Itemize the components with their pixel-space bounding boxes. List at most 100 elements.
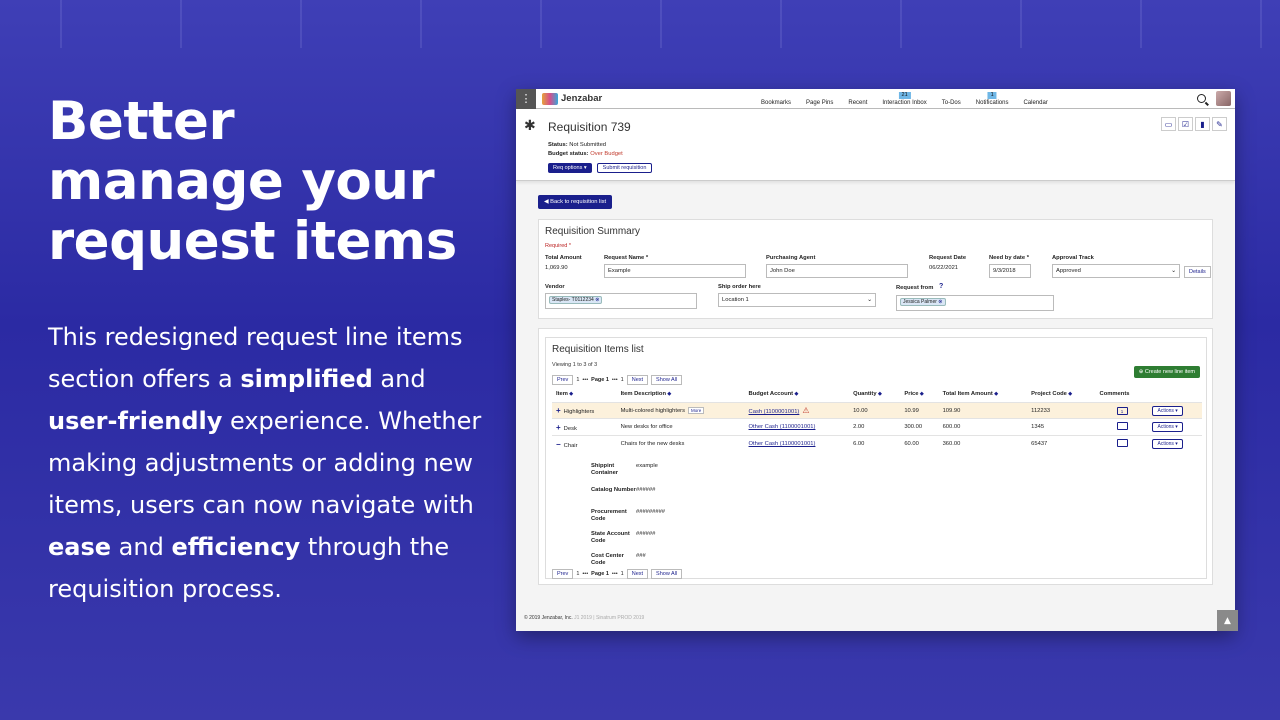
column-header[interactable]: Price ◆ xyxy=(900,388,938,403)
vendor-field[interactable]: Staples- T0112234 ⊗ xyxy=(545,293,697,309)
item-name: Highlighters xyxy=(563,409,595,415)
copyright: © 2019 Jenzabar, Inc. xyxy=(524,615,573,621)
collapse-icon[interactable]: − xyxy=(556,440,561,449)
column-header-label: Comments xyxy=(1099,391,1130,397)
column-header[interactable]: Item ◆ xyxy=(552,388,617,403)
comments-cell xyxy=(1095,435,1149,452)
emphasis-text: simplified xyxy=(240,365,373,393)
column-header[interactable]: Item Description ◆ xyxy=(617,388,745,403)
last-page-link[interactable]: 1 xyxy=(621,377,624,383)
nav-label: Page Pins xyxy=(806,100,834,106)
last-page-link[interactable]: 1 xyxy=(621,571,624,577)
status-label: Status: xyxy=(548,142,568,148)
purchasing-agent-field[interactable]: John Doe xyxy=(766,264,908,278)
remove-vendor-icon[interactable]: ⊗ xyxy=(595,297,599,303)
expand-icon[interactable]: + xyxy=(556,406,561,415)
avatar[interactable] xyxy=(1216,91,1231,106)
comment-icon[interactable]: 1 xyxy=(1116,406,1128,415)
comments-cell xyxy=(1095,418,1149,436)
sort-icon[interactable]: ◆ xyxy=(877,391,882,397)
item-cell: − Chair xyxy=(552,435,617,452)
nav-item-notifications[interactable]: Notifications 1 xyxy=(976,92,1008,109)
brand-logo[interactable]: Jenzabar xyxy=(542,92,602,105)
column-header[interactable]: Quantity ◆ xyxy=(849,388,900,403)
prev-button[interactable]: Prev xyxy=(552,375,574,385)
request-from-field[interactable]: Jessica Palmer ⊗ xyxy=(896,295,1054,311)
budget-account-link[interactable]: Other Cash (1100001001) xyxy=(749,441,816,447)
first-page-link[interactable]: 1 xyxy=(576,571,579,577)
nav-item-interaction-inbox[interactable]: Interaction Inbox 21 xyxy=(882,92,927,109)
vendor-chip-label: Staples- T0112234 xyxy=(552,297,594,303)
expand-icon[interactable]: + xyxy=(556,423,561,432)
scroll-to-top-button[interactable]: ▲ xyxy=(1217,610,1238,631)
current-page: Page 1 xyxy=(591,571,609,577)
remove-request-from-icon[interactable]: ⊗ xyxy=(938,299,942,305)
nav-label: Bookmarks xyxy=(761,100,792,106)
actions-cell: Actions ▾ xyxy=(1148,435,1202,452)
search-icon[interactable] xyxy=(1197,94,1206,103)
sort-icon[interactable]: ◆ xyxy=(568,391,573,397)
more-button[interactable]: More xyxy=(688,406,705,414)
nav-item-to-dos[interactable]: To-Dos xyxy=(942,100,961,109)
item-description: Chairs for the new desks xyxy=(620,441,685,447)
requisition-items-panel: Requisition Items list Viewing 1 to 3 of… xyxy=(538,328,1213,585)
create-line-item-button[interactable]: ⊕ Create new line item xyxy=(1133,366,1200,378)
bookmark-icon[interactable]: ▮ xyxy=(1195,117,1210,131)
sort-icon[interactable]: ◆ xyxy=(793,391,798,397)
current-page: Page 1 xyxy=(591,377,609,383)
nav-item-recent[interactable]: Recent xyxy=(848,100,867,109)
version-info: J1 2019 | Sinatrum PROD 2019 xyxy=(574,615,645,621)
app-grid-icon[interactable]: ⋮⋮⋮ xyxy=(516,89,543,109)
first-page-link[interactable]: 1 xyxy=(576,377,579,383)
comment-icon[interactable] xyxy=(1116,439,1128,447)
nav-item-calendar[interactable]: Calendar xyxy=(1023,100,1047,109)
items-title: Requisition Items list xyxy=(552,344,644,355)
req-options-button[interactable]: Req options ▾ xyxy=(548,163,592,173)
sort-icon[interactable]: ◆ xyxy=(666,391,671,397)
column-header-label: Total Item Amount xyxy=(942,391,993,397)
submit-requisition-button[interactable]: Submit requisition xyxy=(596,163,653,173)
pin-icon[interactable]: ✎ xyxy=(1212,117,1227,131)
nav-item-page-pins[interactable]: Page Pins xyxy=(806,100,833,109)
back-to-list-button[interactable]: ◀ Back to requisition list xyxy=(538,195,613,209)
nav-item-bookmarks[interactable]: Bookmarks xyxy=(761,100,791,109)
actions-button[interactable]: Actions ▾ xyxy=(1152,439,1183,449)
column-header[interactable]: Comments xyxy=(1096,388,1149,403)
table-row: − Chair Chairs for the new desks Other Cash… xyxy=(552,435,1202,452)
show-all-button[interactable]: Show All xyxy=(651,569,683,579)
items-inner-box: Requisition Items list Viewing 1 to 3 of… xyxy=(545,337,1207,579)
request-name-field[interactable]: Example xyxy=(604,264,746,278)
comment-icon[interactable]: ▭ xyxy=(1161,117,1176,131)
prev-button[interactable]: Prev xyxy=(552,569,574,579)
comment-icon[interactable] xyxy=(1116,422,1128,430)
actions-header xyxy=(1148,388,1202,403)
budget-account-link[interactable]: Cash (1100001001) xyxy=(749,409,800,415)
status-block: Status: Not Submitted Budget status: Ove… xyxy=(548,141,623,159)
checklist-icon[interactable]: ☑ xyxy=(1178,117,1193,131)
sort-icon[interactable]: ◆ xyxy=(1067,391,1072,397)
budget-account-link[interactable]: Other Cash (1100001001) xyxy=(749,424,816,430)
request-date-label: Request Date xyxy=(929,255,967,261)
column-header[interactable]: Total Item Amount ◆ xyxy=(939,388,1028,403)
item-cell: + Desk xyxy=(552,418,617,436)
item-cell: + Highlighters xyxy=(552,402,617,419)
column-header[interactable]: Budget Account ◆ xyxy=(745,388,850,403)
details-button[interactable]: Details xyxy=(1184,266,1211,278)
next-button[interactable]: Next xyxy=(626,375,649,385)
vendor-label: Vendor xyxy=(545,284,565,290)
approval-track-select[interactable]: Approved ⌄ xyxy=(1052,264,1180,278)
actions-button[interactable]: Actions ▾ xyxy=(1152,422,1183,432)
detail-value: example xyxy=(636,463,658,469)
help-icon[interactable]: ? xyxy=(939,283,943,290)
need-by-field[interactable]: 9/3/2018 xyxy=(989,264,1031,278)
detail-label: Cost Center Code xyxy=(591,553,624,566)
column-header[interactable]: Project Code ◆ xyxy=(1027,388,1095,403)
sort-icon[interactable]: ◆ xyxy=(919,391,924,397)
show-all-button[interactable]: Show All xyxy=(651,375,683,385)
next-button[interactable]: Next xyxy=(626,569,649,579)
requisition-icon: ✱ xyxy=(524,117,536,133)
ship-order-select[interactable]: Location 1 ⌄ xyxy=(718,293,876,307)
sort-icon[interactable]: ◆ xyxy=(993,391,998,397)
column-header-label: Budget Account xyxy=(748,391,794,397)
actions-button[interactable]: Actions ▾ xyxy=(1152,405,1183,416)
